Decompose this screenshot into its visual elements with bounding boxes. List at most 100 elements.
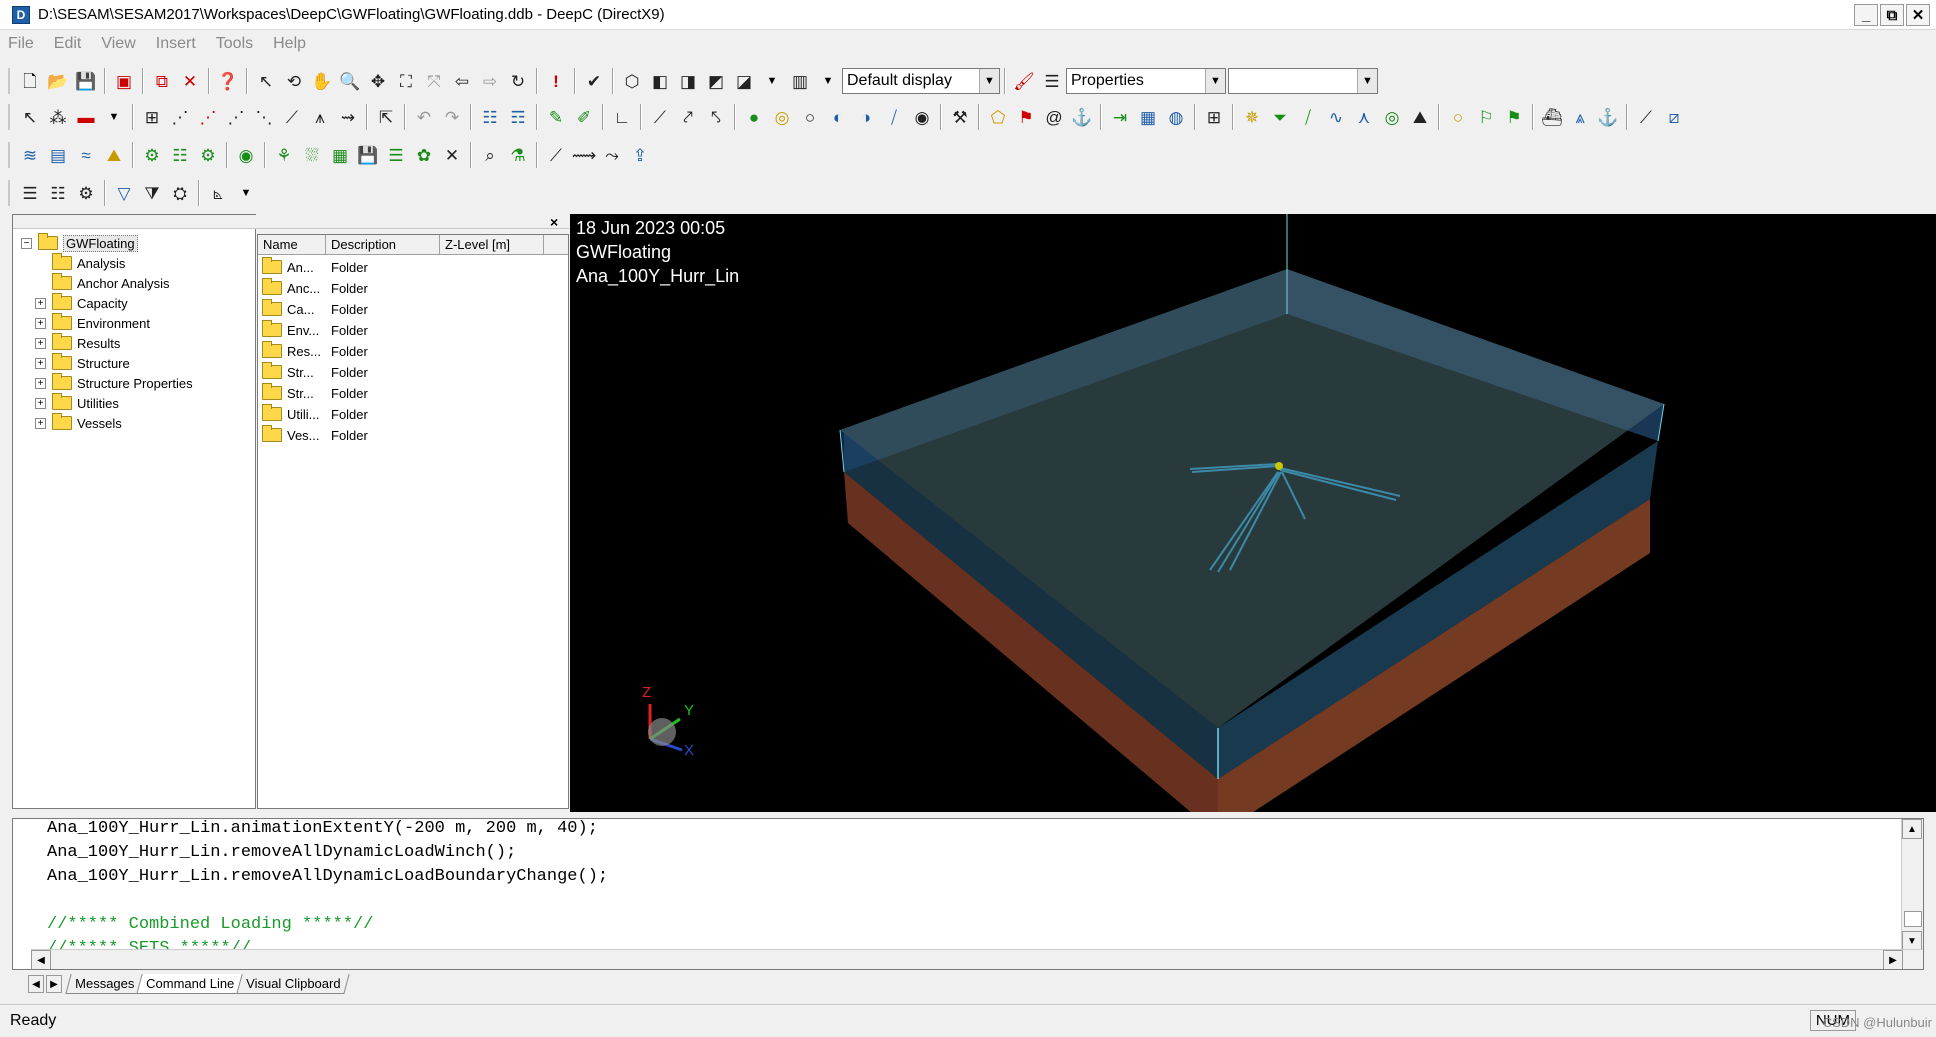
tree-item-structure-properties[interactable]: + Structure Properties <box>35 373 193 393</box>
line-animate-icon[interactable]: ⟿ <box>570 141 598 169</box>
mooring-icon[interactable]: ⩓ <box>1566 103 1594 131</box>
app-icon[interactable]: D <box>12 5 30 24</box>
new-file-icon[interactable]: 🗋 <box>16 67 44 95</box>
select-icon[interactable]: ↖ <box>252 67 280 95</box>
tab-scroll-right-icon[interactable]: ▶ <box>46 975 62 993</box>
minimize-button[interactable]: _ <box>1854 4 1878 26</box>
expand-icon[interactable]: + <box>35 417 46 429</box>
tree-item-vessels[interactable]: + Vessels <box>35 413 122 433</box>
expand-icon[interactable]: + <box>35 377 46 389</box>
tab-messages[interactable]: Messages <box>65 974 144 994</box>
flag-icon[interactable]: ⚐ <box>1472 103 1500 131</box>
tree-item-analysis[interactable]: Analysis <box>52 253 125 273</box>
flag-alt-icon[interactable]: ⚑ <box>1500 103 1528 131</box>
zoom-extents-icon[interactable]: ⛶ <box>392 67 420 95</box>
zoom-window-icon[interactable]: ⤧ <box>420 67 448 95</box>
wave-icon[interactable]: ∿ <box>1322 103 1350 131</box>
grid-icon[interactable]: ▦ <box>1134 103 1162 131</box>
curve-edit-icon[interactable]: ⤣ <box>702 103 730 131</box>
undo-icon[interactable]: ↶ <box>410 103 438 131</box>
hammer-icon[interactable]: ⚒ <box>946 103 974 131</box>
view-plane-icon[interactable]: ◧ <box>646 67 674 95</box>
open-folder-icon[interactable]: 📂 <box>44 67 72 95</box>
dropdown-arrow-icon[interactable]: ▼ <box>814 67 842 95</box>
tab-command-line[interactable]: Command Line <box>136 974 245 994</box>
view-forward-icon[interactable]: ⇨ <box>476 67 504 95</box>
half-cylinder-icon[interactable]: ◑ <box>852 103 880 131</box>
run-icon[interactable]: ⚘ <box>270 141 298 169</box>
line-alt-icon[interactable]: ⋱ <box>250 103 278 131</box>
line-red-icon[interactable]: ⋰ <box>194 103 222 131</box>
globe-green-icon[interactable]: ◉ <box>232 141 260 169</box>
properties-combo[interactable]: Properties ▼ <box>1066 68 1226 94</box>
ring-icon[interactable]: ◎ <box>768 103 796 131</box>
collapse-icon[interactable]: − <box>21 237 32 249</box>
toolbar-grip[interactable] <box>8 68 12 94</box>
curve-icon[interactable]: ⟋ <box>646 103 674 131</box>
tree-item-structure[interactable]: + Structure <box>35 353 130 373</box>
post-icon[interactable]: ⚗ <box>504 141 532 169</box>
line-segment-icon[interactable]: ⟋ <box>278 103 306 131</box>
pan-hand-icon[interactable]: ✋ <box>308 67 336 95</box>
alert-icon[interactable]: ! <box>542 67 570 95</box>
workspace-tree[interactable]: − GWFloating Analysis Anchor Analysis + … <box>12 214 569 809</box>
export-icon[interactable]: ⇪ <box>626 141 654 169</box>
filter-settings-icon[interactable]: ⚙ <box>72 179 100 207</box>
curve-points-icon[interactable]: ⤤ <box>674 103 702 131</box>
wind-icon[interactable]: ≈ <box>72 141 100 169</box>
menu-insert[interactable]: Insert <box>156 35 196 53</box>
anchor-small-icon[interactable]: ⚓ <box>1068 103 1096 131</box>
line-result-icon[interactable]: ⟋ <box>542 141 570 169</box>
spiral-icon[interactable]: @ <box>1040 103 1068 131</box>
current-icon[interactable]: ▤ <box>44 141 72 169</box>
pointer-icon[interactable]: ↖ <box>16 103 44 131</box>
split-table-icon[interactable]: ☶ <box>504 103 532 131</box>
line-icon[interactable]: ⋰ <box>166 103 194 131</box>
dropdown-arrow-icon[interactable]: ▼ <box>100 103 128 131</box>
scroll-down-icon[interactable]: ▼ <box>1902 931 1922 951</box>
scroll-right-icon[interactable]: ▶ <box>1883 950 1903 969</box>
rectangle-icon[interactable]: ▬ <box>72 103 100 131</box>
arrow-in-icon[interactable]: ⇥ <box>1106 103 1134 131</box>
filter-edit-icon[interactable]: ⧩ <box>138 179 166 207</box>
tree-item-results[interactable]: + Results <box>35 333 120 353</box>
restore-button[interactable]: ⧉ <box>1880 4 1904 26</box>
vessel-icon[interactable]: ⛴ <box>1538 103 1566 131</box>
save-icon[interactable]: 💾 <box>72 67 100 95</box>
pen-icon[interactable]: ✎ <box>542 103 570 131</box>
chevron-down-icon[interactable]: ▼ <box>1357 69 1377 93</box>
chevron-down-icon[interactable]: ▼ <box>1205 69 1225 93</box>
list-item[interactable]: Str... Folder <box>262 362 368 382</box>
list-item[interactable]: Res... Folder <box>262 341 368 361</box>
wave-env-icon[interactable]: ≋ <box>16 141 44 169</box>
settings-icon[interactable]: ✿ <box>410 141 438 169</box>
table-icon[interactable]: ☷ <box>476 103 504 131</box>
tab-visual-clipboard[interactable]: Visual Clipboard <box>236 974 351 994</box>
expand-icon[interactable]: + <box>35 297 46 309</box>
floater-icon[interactable] <box>1275 462 1283 470</box>
expand-icon[interactable]: + <box>35 397 46 409</box>
graph-axes-icon[interactable]: ⦝ <box>204 179 232 207</box>
close-button[interactable]: ✕ <box>1906 4 1930 26</box>
column-z-level[interactable]: Z-Level [m] <box>440 235 544 254</box>
list-item[interactable]: Anc... Folder <box>262 278 368 298</box>
console-horizontal-scrollbar[interactable]: ◀ ▶ <box>31 949 1923 969</box>
panel-close-icon[interactable]: × <box>550 214 558 230</box>
cog-green-icon[interactable]: ⚙ <box>194 141 222 169</box>
measure-icon[interactable]: ⟋ <box>1632 103 1660 131</box>
save-results-icon[interactable]: 💾 <box>354 141 382 169</box>
check-icon[interactable]: ✔ <box>580 67 608 95</box>
refresh-icon[interactable]: ↻ <box>504 67 532 95</box>
link-icon[interactable]: ⇝ <box>334 103 362 131</box>
tab-scroll-left-icon[interactable]: ◀ <box>28 975 44 993</box>
list-item[interactable]: Ves... Folder <box>262 425 368 445</box>
list-gear-icon[interactable]: ☷ <box>166 141 194 169</box>
redo-icon[interactable]: ↷ <box>438 103 466 131</box>
paint-icon[interactable]: 🖌 <box>1010 67 1038 95</box>
disk-icon[interactable]: ◉ <box>908 103 936 131</box>
axes-icon[interactable]: ∟ <box>608 103 636 131</box>
circle-yellow-icon[interactable]: ○ <box>1444 103 1472 131</box>
pen-alt-icon[interactable]: ✐ <box>570 103 598 131</box>
scroll-thumb[interactable] <box>1904 911 1922 927</box>
chart-icon[interactable]: ⧄ <box>1660 103 1688 131</box>
